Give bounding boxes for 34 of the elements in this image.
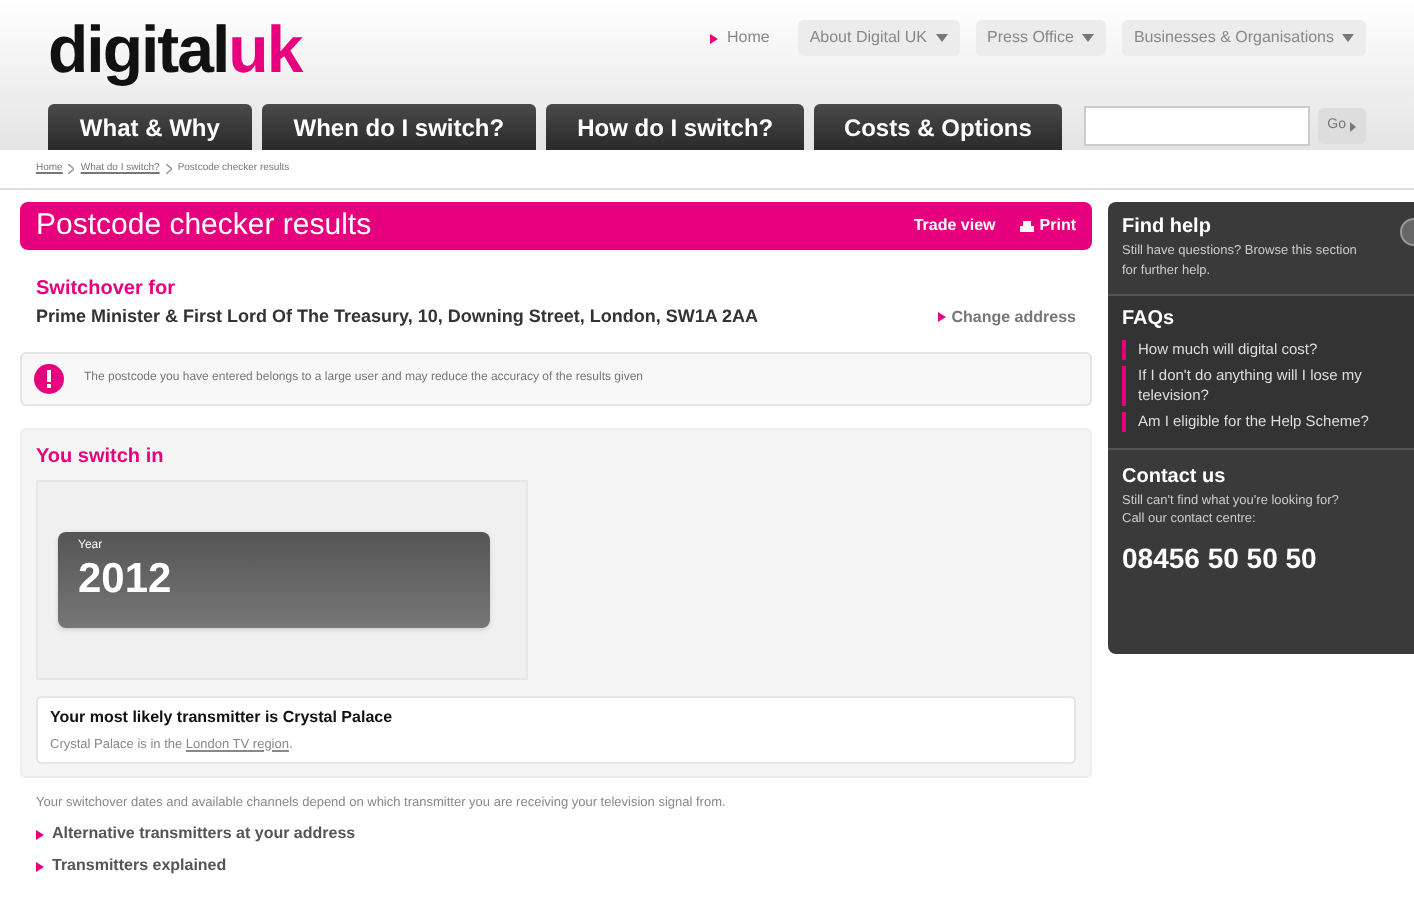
trade-view-link[interactable]: Trade view	[913, 214, 996, 238]
switchover-label: Switchover for	[36, 276, 177, 304]
nav-tab[interactable]: What & Why	[48, 104, 252, 150]
chevron-icon	[68, 164, 75, 174]
alert-icon	[34, 363, 64, 393]
search-field[interactable]	[1083, 106, 1310, 146]
contact-title: Contact us	[1122, 463, 1228, 491]
year-value: 2012	[78, 555, 174, 603]
bullet-icon	[710, 33, 719, 43]
printer-icon	[1019, 219, 1034, 233]
nav-tab[interactable]: How do I switch?	[545, 104, 805, 150]
switch-in-title: You switch in	[36, 443, 166, 471]
transmitter-title: Your most likely transmitter is Crystal Palace	[50, 705, 395, 729]
info-link[interactable]: Alternative transmitters at your address	[36, 822, 1076, 846]
info-link[interactable]: Transmitters explained	[36, 854, 1076, 878]
phone-number: 08456 50 50 50	[1122, 540, 1319, 578]
top-nav-link[interactable]: Home	[698, 20, 782, 56]
nav-tab[interactable]: Costs & Options	[814, 104, 1062, 150]
page-title: Postcode checker results	[36, 205, 372, 246]
address-text: Prime Minister & First Lord Of The Treasury, 10, Downing Street, London, SW1A 2AA	[36, 304, 759, 330]
bullet-icon	[937, 312, 946, 323]
logo[interactable]: digitaluk	[48, 12, 302, 88]
faqs-title: FAQs	[1122, 305, 1177, 333]
chevron-icon	[165, 164, 172, 174]
top-nav-link[interactable]: Press Office	[975, 20, 1106, 56]
change-address-link[interactable]: Change address	[937, 305, 1076, 330]
nav-tab[interactable]: When do I switch?	[261, 104, 536, 150]
print-link[interactable]: Print	[1019, 214, 1076, 238]
top-nav-link[interactable]: About Digital UK	[797, 20, 960, 56]
bullet-icon	[36, 861, 44, 871]
find-help-title: Find help	[1122, 214, 1213, 242]
bullet-icon	[36, 829, 44, 839]
top-nav-link[interactable]: Businesses & Organisations	[1121, 20, 1366, 56]
arrow-icon	[1350, 121, 1356, 131]
